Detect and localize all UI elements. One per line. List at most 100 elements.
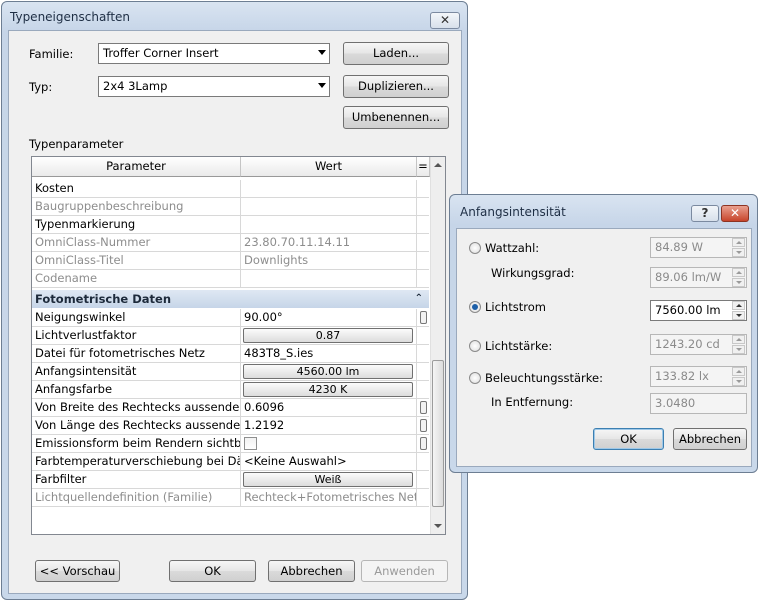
laden-button[interactable]: Laden... xyxy=(343,42,449,65)
associate-parameter-icon[interactable] xyxy=(420,311,427,324)
abbrechen-button[interactable]: Abbrechen xyxy=(268,560,355,582)
lichtstrom-radio[interactable] xyxy=(469,301,481,313)
sub-ok-button[interactable]: OK xyxy=(593,428,664,450)
grid-row[interactable]: Anfangsfarbe 4230 K xyxy=(32,381,429,399)
spin-up-icon[interactable] xyxy=(732,335,745,344)
lichtstrom-input[interactable]: 7560.00 lm xyxy=(650,300,747,321)
parameter-value-cell[interactable]: 90.00° xyxy=(241,309,417,326)
grid-row[interactable]: Kosten xyxy=(32,180,429,198)
spin-down-icon[interactable] xyxy=(732,377,745,386)
grid-row[interactable]: Datei für fotometrisches Netz 483T8_S.ies xyxy=(32,345,429,363)
grid-row[interactable]: Anfangsintensität 4560.00 lm xyxy=(32,363,429,381)
group-header-fotometrische-daten[interactable]: Fotometrische Daten ⌃ xyxy=(32,290,429,308)
parameter-value-cell[interactable]: 1.2192 xyxy=(241,417,417,434)
help-button[interactable]: ? xyxy=(691,205,719,222)
spin-down-icon[interactable] xyxy=(732,345,745,354)
wattzahl-input[interactable]: 84.89 W xyxy=(650,237,747,258)
spin-up-icon[interactable] xyxy=(732,238,745,247)
formula-cell[interactable] xyxy=(417,489,429,506)
spin-up-icon[interactable] xyxy=(732,268,745,277)
typ-select[interactable]: 2x4 3Lamp xyxy=(98,76,330,97)
formula-cell[interactable] xyxy=(417,234,429,251)
formula-cell[interactable] xyxy=(417,309,429,326)
scroll-down-icon[interactable] xyxy=(434,524,442,528)
grid-row[interactable]: Lichtverlustfaktor 0.87 xyxy=(32,327,429,345)
wattzahl-radio[interactable] xyxy=(469,242,481,254)
formula-cell[interactable] xyxy=(417,327,429,344)
lichtstaerke-radio[interactable] xyxy=(469,340,481,352)
spin-down-icon[interactable] xyxy=(732,278,745,287)
ok-button[interactable]: OK xyxy=(169,560,256,582)
visibility-checkbox[interactable] xyxy=(244,437,257,450)
formula-cell[interactable] xyxy=(417,435,429,452)
grid-row[interactable]: OmniClass-Titel Downlights xyxy=(32,252,429,270)
value-edit-button[interactable]: 0.87 xyxy=(243,328,413,343)
scroll-up-icon[interactable] xyxy=(434,163,442,167)
beleuchtungsstaerke-input[interactable]: 133.82 lx xyxy=(650,366,747,387)
spin-down-icon[interactable] xyxy=(732,248,745,257)
grid-row[interactable]: Farbfilter Weiß xyxy=(32,471,429,489)
formula-cell[interactable] xyxy=(417,381,429,398)
parameter-value-cell[interactable]: 0.87 xyxy=(241,327,417,344)
anwenden-button[interactable]: Anwenden xyxy=(361,560,448,582)
formula-cell[interactable] xyxy=(417,270,429,287)
associate-parameter-icon[interactable] xyxy=(420,401,427,414)
grid-row[interactable]: OmniClass-Nummer 23.80.70.11.14.11 xyxy=(32,234,429,252)
parameter-value-cell[interactable]: 0.6096 xyxy=(241,399,417,416)
value-edit-button[interactable]: Weiß xyxy=(243,472,413,487)
associate-parameter-icon[interactable] xyxy=(420,437,427,450)
parameter-value-cell[interactable]: 483T8_S.ies xyxy=(241,345,417,362)
grid-row[interactable]: Neigungswinkel 90.00° xyxy=(32,309,429,327)
grid-row[interactable]: Emissionsform beim Rendern sichtbar xyxy=(32,435,429,453)
parameter-value-cell[interactable] xyxy=(241,435,417,452)
umbenennen-button[interactable]: Umbenennen... xyxy=(343,106,449,129)
column-header-parameter[interactable]: Parameter xyxy=(32,157,241,177)
parameter-value-cell[interactable]: 23.80.70.11.14.11 xyxy=(241,234,417,251)
parameter-value-cell[interactable] xyxy=(241,180,417,197)
grid-row[interactable]: Farbtemperaturverschiebung bei Däm <Keine… xyxy=(32,453,429,471)
entfernung-input[interactable]: 3.0480 xyxy=(650,393,747,414)
parameter-value-cell[interactable] xyxy=(241,198,417,215)
grid-row[interactable]: Lichtquellendefinition (Familie) Rechteck… xyxy=(32,489,429,507)
parameter-value-cell[interactable]: Weiß xyxy=(241,471,417,488)
column-header-wert[interactable]: Wert xyxy=(241,157,417,177)
scrollbar-thumb[interactable] xyxy=(432,360,444,507)
parameter-value-cell[interactable]: Rechteck+Fotometrisches Netz xyxy=(241,489,417,506)
value-edit-button[interactable]: 4230 K xyxy=(243,382,413,397)
formula-cell[interactable] xyxy=(417,345,429,362)
grid-row[interactable]: Typenmarkierung xyxy=(32,216,429,234)
spin-up-icon[interactable] xyxy=(732,301,745,310)
parameter-value-cell[interactable]: <Keine Auswahl> xyxy=(241,453,417,470)
beleuchtungsstaerke-radio[interactable] xyxy=(469,372,481,384)
parameter-value-cell[interactable] xyxy=(241,216,417,233)
close-button[interactable]: ✕ xyxy=(721,205,749,222)
formula-cell[interactable] xyxy=(417,417,429,434)
formula-cell[interactable] xyxy=(417,180,429,197)
parameter-value-cell[interactable]: 4560.00 lm xyxy=(241,363,417,380)
lichtstaerke-input[interactable]: 1243.20 cd xyxy=(650,334,747,355)
column-header-formula[interactable]: = xyxy=(417,157,430,177)
formula-cell[interactable] xyxy=(417,252,429,269)
close-button[interactable]: ✕ xyxy=(430,12,460,29)
formula-cell[interactable] xyxy=(417,453,429,470)
formula-cell[interactable] xyxy=(417,471,429,488)
parameter-value-cell[interactable]: 4230 K xyxy=(241,381,417,398)
wirkungsgrad-input[interactable]: 89.06 lm/W xyxy=(650,267,747,288)
formula-cell[interactable] xyxy=(417,216,429,233)
formula-cell[interactable] xyxy=(417,198,429,215)
grid-row[interactable]: Baugruppenbeschreibung xyxy=(32,198,429,216)
parameter-value-cell[interactable]: Downlights xyxy=(241,252,417,269)
duplizieren-button[interactable]: Duplizieren... xyxy=(343,75,449,98)
grid-row[interactable]: Von Länge des Rechtecks aussenden 1.2192 xyxy=(32,417,429,435)
value-edit-button[interactable]: 4560.00 lm xyxy=(243,364,413,379)
sub-abbrechen-button[interactable]: Abbrechen xyxy=(673,428,747,450)
parameter-value-cell[interactable] xyxy=(241,270,417,287)
associate-parameter-icon[interactable] xyxy=(420,419,427,432)
spin-down-icon[interactable] xyxy=(732,311,745,320)
grid-row[interactable]: Von Breite des Rechtecks aussenden 0.6096 xyxy=(32,399,429,417)
formula-cell[interactable] xyxy=(417,363,429,380)
spin-up-icon[interactable] xyxy=(732,367,745,376)
grid-scrollbar[interactable] xyxy=(430,157,445,534)
grid-row[interactable]: Codename xyxy=(32,270,429,288)
formula-cell[interactable] xyxy=(417,399,429,416)
